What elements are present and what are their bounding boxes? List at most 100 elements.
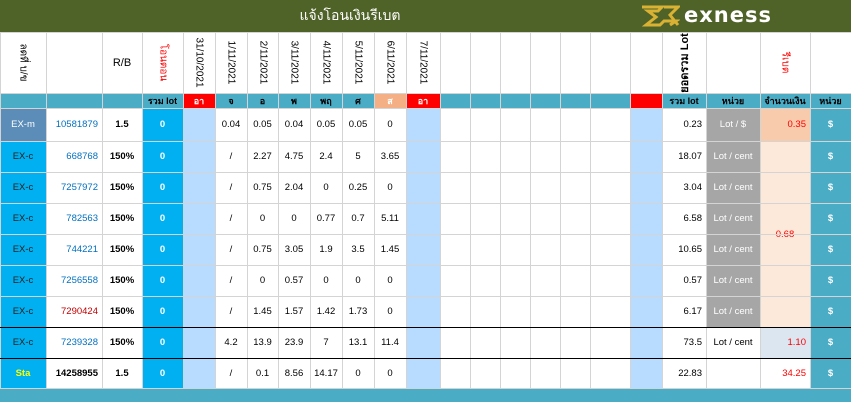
sunday-cell[interactable]	[183, 172, 215, 203]
sunday-cell[interactable]	[183, 265, 215, 296]
date-header[interactable]: 7/11/2021	[406, 32, 440, 93]
day-value[interactable]: 5	[342, 141, 374, 172]
blank-cell[interactable]	[630, 265, 662, 296]
account-number[interactable]: 7257972	[46, 172, 102, 203]
sunday-cell[interactable]	[406, 265, 440, 296]
blank-cell[interactable]	[440, 358, 470, 388]
day-value[interactable]: 0	[310, 265, 342, 296]
blank-cell[interactable]	[530, 327, 560, 358]
blank-cell[interactable]	[500, 172, 530, 203]
date-header[interactable]: 4/11/2021	[310, 32, 342, 93]
account-number[interactable]: 7290424	[46, 296, 102, 327]
currency-value[interactable]: $	[810, 265, 851, 296]
blank-cell[interactable]	[630, 141, 662, 172]
blank-cell[interactable]	[440, 141, 470, 172]
rb-value[interactable]: 150%	[102, 265, 142, 296]
blank-cell[interactable]	[590, 358, 630, 388]
account-number[interactable]: 7256558	[46, 265, 102, 296]
subheader-cell[interactable]	[440, 93, 630, 108]
total-lot-value[interactable]: 0.23	[662, 108, 706, 141]
day-value[interactable]: 4.2	[215, 327, 247, 358]
currency-value[interactable]: $	[810, 358, 851, 388]
unit-value[interactable]: Lot / cent	[706, 141, 760, 172]
blank-cell[interactable]	[560, 203, 590, 234]
account-number[interactable]: 10581879	[46, 108, 102, 141]
customer-header[interactable]: ลดที่ บ/ข	[0, 32, 46, 93]
account-type[interactable]: EX-c	[0, 203, 46, 234]
day-value[interactable]: 0	[374, 108, 406, 141]
day-value[interactable]: 0	[374, 358, 406, 388]
sum-lot-value[interactable]: 0	[142, 327, 183, 358]
day-value[interactable]: 3.05	[278, 234, 310, 265]
account-type[interactable]: EX-c	[0, 296, 46, 327]
day-value[interactable]: 0	[342, 265, 374, 296]
day-value[interactable]: 0.77	[310, 203, 342, 234]
total-lot-value[interactable]: 10.65	[662, 234, 706, 265]
blank-cell[interactable]	[530, 358, 560, 388]
currency-value[interactable]: $	[810, 234, 851, 265]
subheader-cell[interactable]: รวม lot	[142, 93, 183, 108]
blank-cell[interactable]	[530, 108, 560, 141]
blank-cell[interactable]	[630, 358, 662, 388]
subheader-cell[interactable]: อา	[406, 93, 440, 108]
account-number[interactable]: 14258955	[46, 358, 102, 388]
subheader-cell[interactable]: พฤ	[310, 93, 342, 108]
rb-value[interactable]: 150%	[102, 234, 142, 265]
blank-cell[interactable]	[470, 108, 500, 141]
sunday-cell[interactable]	[406, 327, 440, 358]
day-value[interactable]: 8.56	[278, 358, 310, 388]
total-lot-value[interactable]: 0.57	[662, 265, 706, 296]
blank-cell[interactable]	[630, 108, 662, 141]
account-header[interactable]	[46, 32, 102, 93]
day-value[interactable]: 1.45	[247, 296, 278, 327]
day-value[interactable]: /	[215, 358, 247, 388]
blank-cell[interactable]	[590, 234, 630, 265]
day-value[interactable]: 23.9	[278, 327, 310, 358]
day-value[interactable]: /	[215, 265, 247, 296]
blank-cell[interactable]	[440, 172, 470, 203]
day-value[interactable]: 0	[374, 296, 406, 327]
unit-value[interactable]: Lot / cent	[706, 172, 760, 203]
blank-cell[interactable]	[440, 327, 470, 358]
day-value[interactable]: 0.75	[247, 234, 278, 265]
day-value[interactable]: 13.9	[247, 327, 278, 358]
account-type[interactable]: EX-c	[0, 172, 46, 203]
blank-header[interactable]	[470, 32, 500, 93]
blank-cell[interactable]	[470, 327, 500, 358]
account-number[interactable]: 7239328	[46, 327, 102, 358]
day-value[interactable]: 0.05	[247, 108, 278, 141]
date-header[interactable]: 5/11/2021	[342, 32, 374, 93]
blank-cell[interactable]	[440, 108, 470, 141]
day-value[interactable]: 0.25	[342, 172, 374, 203]
blank-cell[interactable]	[440, 203, 470, 234]
rb-value[interactable]: 1.5	[102, 108, 142, 141]
blank-cell[interactable]	[590, 141, 630, 172]
rb-value[interactable]: 1.5	[102, 358, 142, 388]
blank-cell[interactable]	[530, 296, 560, 327]
day-value[interactable]: 1.57	[278, 296, 310, 327]
subheader-cell[interactable]: จำนวนเงิน	[760, 93, 810, 108]
blank-cell[interactable]	[630, 203, 662, 234]
currency-value[interactable]: $	[810, 203, 851, 234]
sunday-cell[interactable]	[183, 358, 215, 388]
day-value[interactable]: 0.04	[215, 108, 247, 141]
day-value[interactable]: /	[215, 141, 247, 172]
unit-value[interactable]: Lot / cent	[706, 296, 760, 327]
sum-lot-value[interactable]: 0	[142, 296, 183, 327]
blank-cell[interactable]	[530, 234, 560, 265]
subheader-cell[interactable]: อา	[183, 93, 215, 108]
day-value[interactable]: 0	[342, 358, 374, 388]
rb-value[interactable]: 150%	[102, 141, 142, 172]
currency-value[interactable]: $	[810, 296, 851, 327]
rebate-amount[interactable]: 34.25	[760, 358, 810, 388]
subheader-cell[interactable]: ศ	[342, 93, 374, 108]
blank-cell[interactable]	[590, 203, 630, 234]
blank-cell[interactable]	[530, 172, 560, 203]
account-number[interactable]: 782563	[46, 203, 102, 234]
total-lot-value[interactable]: 22.83	[662, 358, 706, 388]
blank-cell[interactable]	[500, 296, 530, 327]
day-value[interactable]: 2.04	[278, 172, 310, 203]
sunday-cell[interactable]	[406, 234, 440, 265]
subheader-cell[interactable]: หน่วย	[810, 93, 851, 108]
currency-value[interactable]: $	[810, 141, 851, 172]
